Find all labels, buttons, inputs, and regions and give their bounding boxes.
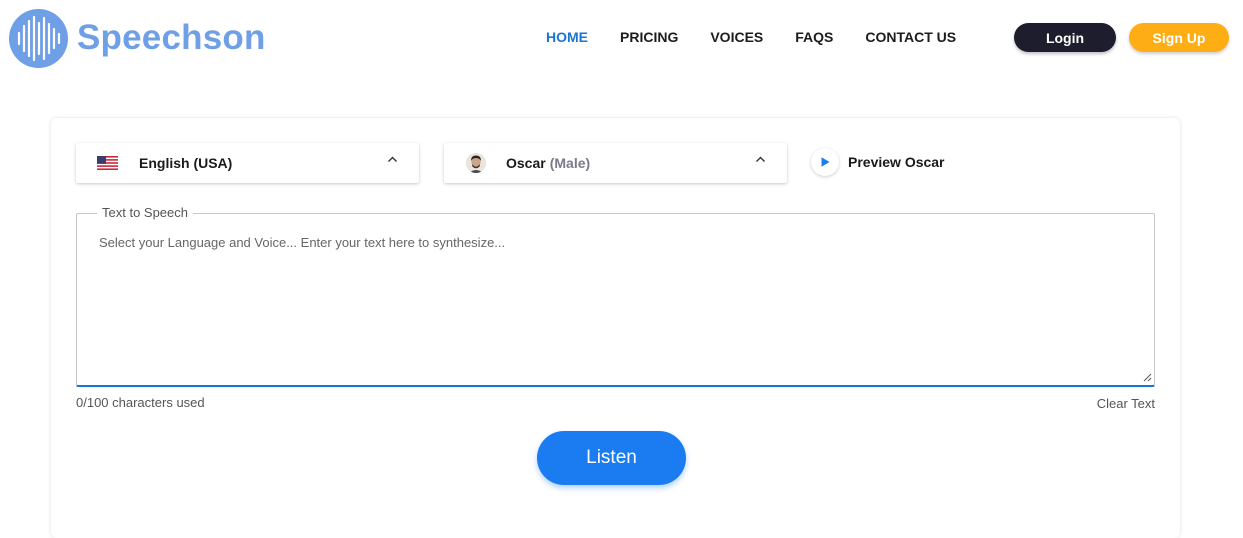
language-value: English (USA) [139, 155, 233, 171]
brand-logo[interactable]: Speechson [9, 8, 266, 68]
voice-value: Oscar (Male) [506, 155, 590, 171]
main-nav: HOME PRICING VOICES FAQS CONTACT US [546, 29, 988, 47]
site-header: Speechson HOME PRICING VOICES FAQS CONTA… [0, 0, 1243, 80]
brand-name: Speechson [77, 18, 266, 57]
soundwave-icon [9, 8, 68, 68]
listen-button[interactable]: Listen [537, 431, 686, 485]
voice-name: Oscar [506, 155, 546, 171]
language-select[interactable]: English (USA) [76, 143, 419, 183]
tts-card: English (USA) Oscar (Male) Preview Oscar … [51, 118, 1180, 538]
tts-text-input[interactable] [78, 224, 1153, 384]
avatar-icon [466, 153, 486, 173]
chevron-up-icon [755, 154, 766, 168]
resize-handle-icon[interactable] [1143, 373, 1152, 382]
nav-home[interactable]: HOME [546, 29, 588, 47]
nav-faqs[interactable]: FAQS [795, 29, 833, 47]
login-button[interactable]: Login [1014, 23, 1116, 52]
us-flag-icon [97, 156, 118, 170]
character-counter: 0/100 characters used [76, 395, 205, 410]
play-icon [811, 148, 839, 176]
clear-text-link[interactable]: Clear Text [1097, 396, 1155, 411]
preview-voice-button[interactable]: Preview Oscar [811, 148, 945, 176]
voice-select[interactable]: Oscar (Male) [444, 143, 787, 183]
nav-pricing[interactable]: PRICING [620, 29, 678, 47]
tts-text-field: Text to Speech [76, 205, 1155, 387]
nav-contact-us[interactable]: CONTACT US [865, 29, 956, 47]
signup-button[interactable]: Sign Up [1129, 23, 1229, 52]
preview-label: Preview Oscar [848, 154, 945, 170]
voice-gender: (Male) [549, 155, 591, 171]
chevron-up-icon [387, 154, 398, 168]
tts-field-label: Text to Speech [97, 205, 193, 220]
nav-voices[interactable]: VOICES [710, 29, 763, 47]
